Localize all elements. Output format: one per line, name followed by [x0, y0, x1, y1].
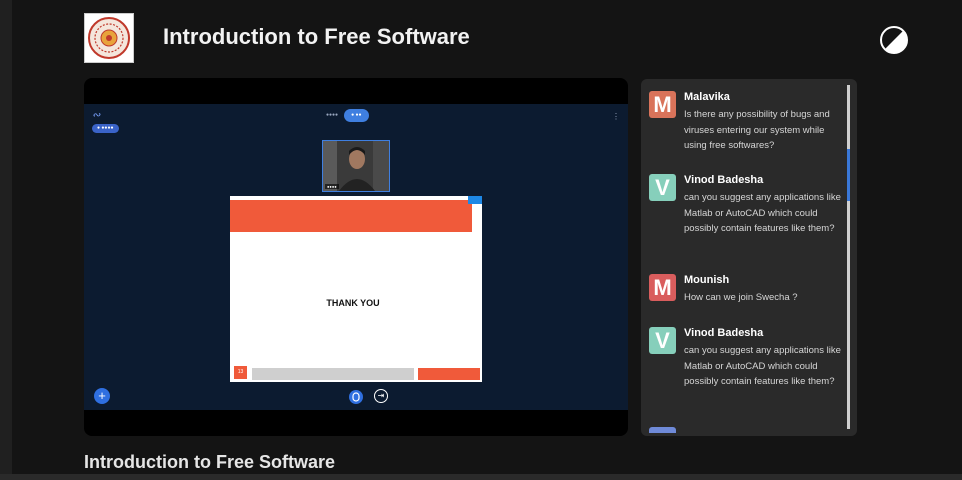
chat-panel[interactable]: M Malavika Is there any possibility of b…: [641, 79, 857, 436]
message-text: How can we join Swecha ?: [684, 292, 798, 303]
avatar: V: [649, 327, 676, 354]
message-text: can you suggest any applications like Ma…: [684, 345, 841, 387]
leave-call-icon: ⇥: [374, 389, 388, 403]
more-options-icon: ⋮: [612, 112, 620, 121]
slide-corner-marker: [468, 196, 482, 204]
chat-scrollbar-thumb[interactable]: [847, 149, 850, 201]
video-title: Introduction to Free Software: [84, 452, 336, 472]
slide-footer-accent: [418, 368, 480, 380]
message-text: can you suggest any applications like Ma…: [684, 192, 841, 234]
message-author: Mounish: [684, 274, 730, 286]
page-title: Introduction to Free Software: [163, 24, 470, 49]
site-logo[interactable]: [84, 13, 134, 63]
avatar: M: [649, 91, 676, 118]
slide-footer-bar: [252, 368, 414, 380]
message-author: Malavika: [684, 91, 730, 103]
theme-toggle-icon[interactable]: [879, 25, 909, 55]
avatar: [649, 427, 676, 433]
meeting-app-logo: ∾: [92, 110, 101, 121]
recording-tag: ● ●●: [344, 108, 369, 122]
avatar: M: [649, 274, 676, 301]
bottom-strip: [0, 474, 962, 480]
meeting-status-text: ●●●●: [326, 112, 339, 118]
chat-scrollbar-track[interactable]: [847, 85, 850, 429]
slide-header-bar: [230, 200, 472, 232]
webcam-name-label: ●●●●: [325, 184, 339, 189]
message-author: Vinod Badesha: [684, 327, 764, 339]
message-author: Vinod Badesha: [684, 174, 764, 186]
slide-text: THANK YOU: [326, 298, 380, 308]
meeting-screen: ∾ ● ●●●● ●●●● ● ●● ⋮ ●●●● THANK YOU 13 +…: [84, 104, 628, 410]
add-icon: +: [94, 388, 110, 404]
presenter-webcam: ●●●●: [322, 140, 390, 192]
avatar: V: [649, 174, 676, 201]
meeting-status-bar: ●●●● ● ●●: [326, 108, 369, 122]
presentation-slide: THANK YOU 13: [230, 196, 482, 382]
slide-page-number: 13: [234, 366, 247, 379]
message-text: Is there any possibility of bugs and vir…: [684, 109, 830, 151]
microphone-icon: [349, 390, 363, 404]
participant-chip: ● ●●●●: [92, 124, 119, 133]
video-player[interactable]: ∾ ● ●●●● ●●●● ● ●● ⋮ ●●●● THANK YOU 13 +…: [84, 78, 628, 436]
